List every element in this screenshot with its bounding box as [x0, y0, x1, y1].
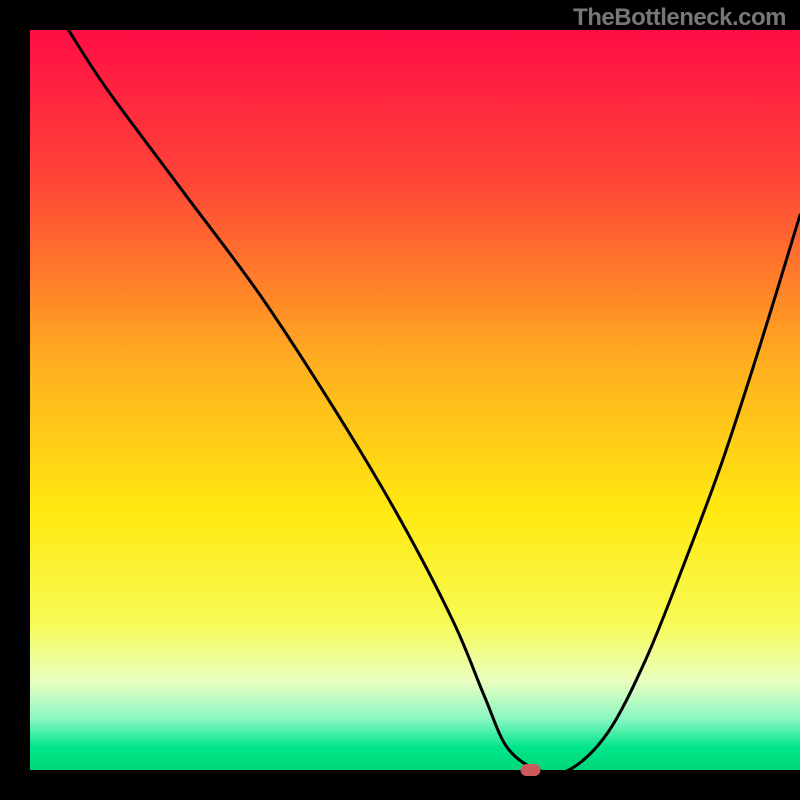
- bottleneck-chart: TheBottleneck.com: [0, 0, 800, 800]
- chart-svg: [0, 0, 800, 800]
- bottleneck-marker: [521, 764, 541, 776]
- watermark-text: TheBottleneck.com: [573, 4, 786, 32]
